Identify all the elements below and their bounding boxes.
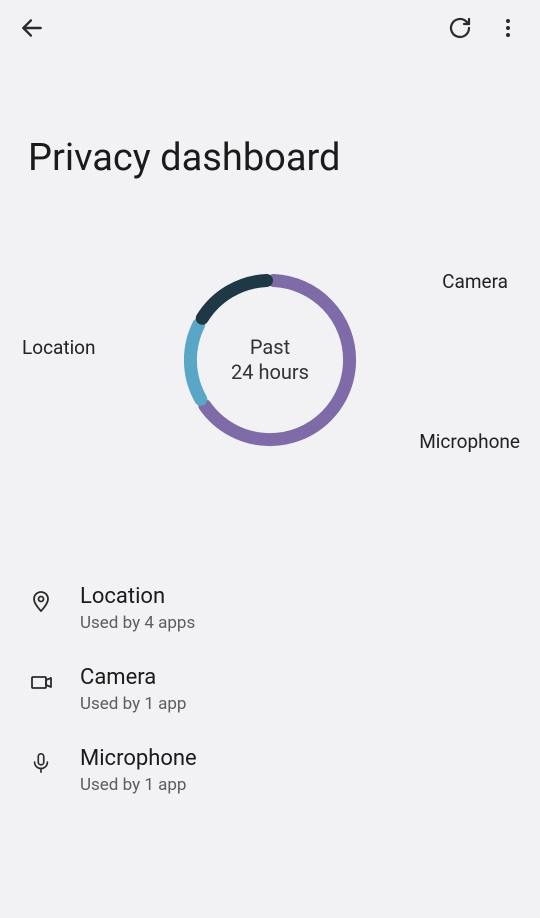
donut: Past24 hours (165, 255, 375, 465)
back-button[interactable] (8, 4, 56, 52)
usage-donut-chart: Location Camera Microphone Past24 hours (0, 210, 540, 510)
permissions-list: Location Used by 4 apps Camera Used by 1… (0, 510, 540, 811)
refresh-icon (448, 16, 472, 40)
list-item-subtitle: Used by 4 apps (80, 613, 195, 633)
chart-label-microphone: Microphone (419, 430, 520, 453)
location-pin-icon (28, 588, 54, 614)
list-item-title: Camera (80, 665, 186, 690)
microphone-icon (28, 750, 54, 776)
more-button[interactable] (484, 4, 532, 52)
list-item-subtitle: Used by 1 app (80, 775, 197, 795)
toolbar (0, 0, 540, 56)
chart-label-camera: Camera (442, 270, 508, 293)
list-item-title: Microphone (80, 746, 197, 771)
arrow-back-icon (19, 15, 45, 41)
list-item-subtitle: Used by 1 app (80, 694, 186, 714)
chart-label-location: Location (22, 336, 96, 359)
list-item-location[interactable]: Location Used by 4 apps (28, 568, 512, 649)
camera-icon (28, 669, 54, 695)
list-item-title: Location (80, 584, 195, 609)
more-vert-icon (496, 16, 520, 40)
refresh-button[interactable] (436, 4, 484, 52)
donut-center-label: Past24 hours (165, 255, 375, 465)
page-title: Privacy dashboard (0, 56, 540, 210)
list-item-microphone[interactable]: Microphone Used by 1 app (28, 730, 512, 811)
list-item-camera[interactable]: Camera Used by 1 app (28, 649, 512, 730)
